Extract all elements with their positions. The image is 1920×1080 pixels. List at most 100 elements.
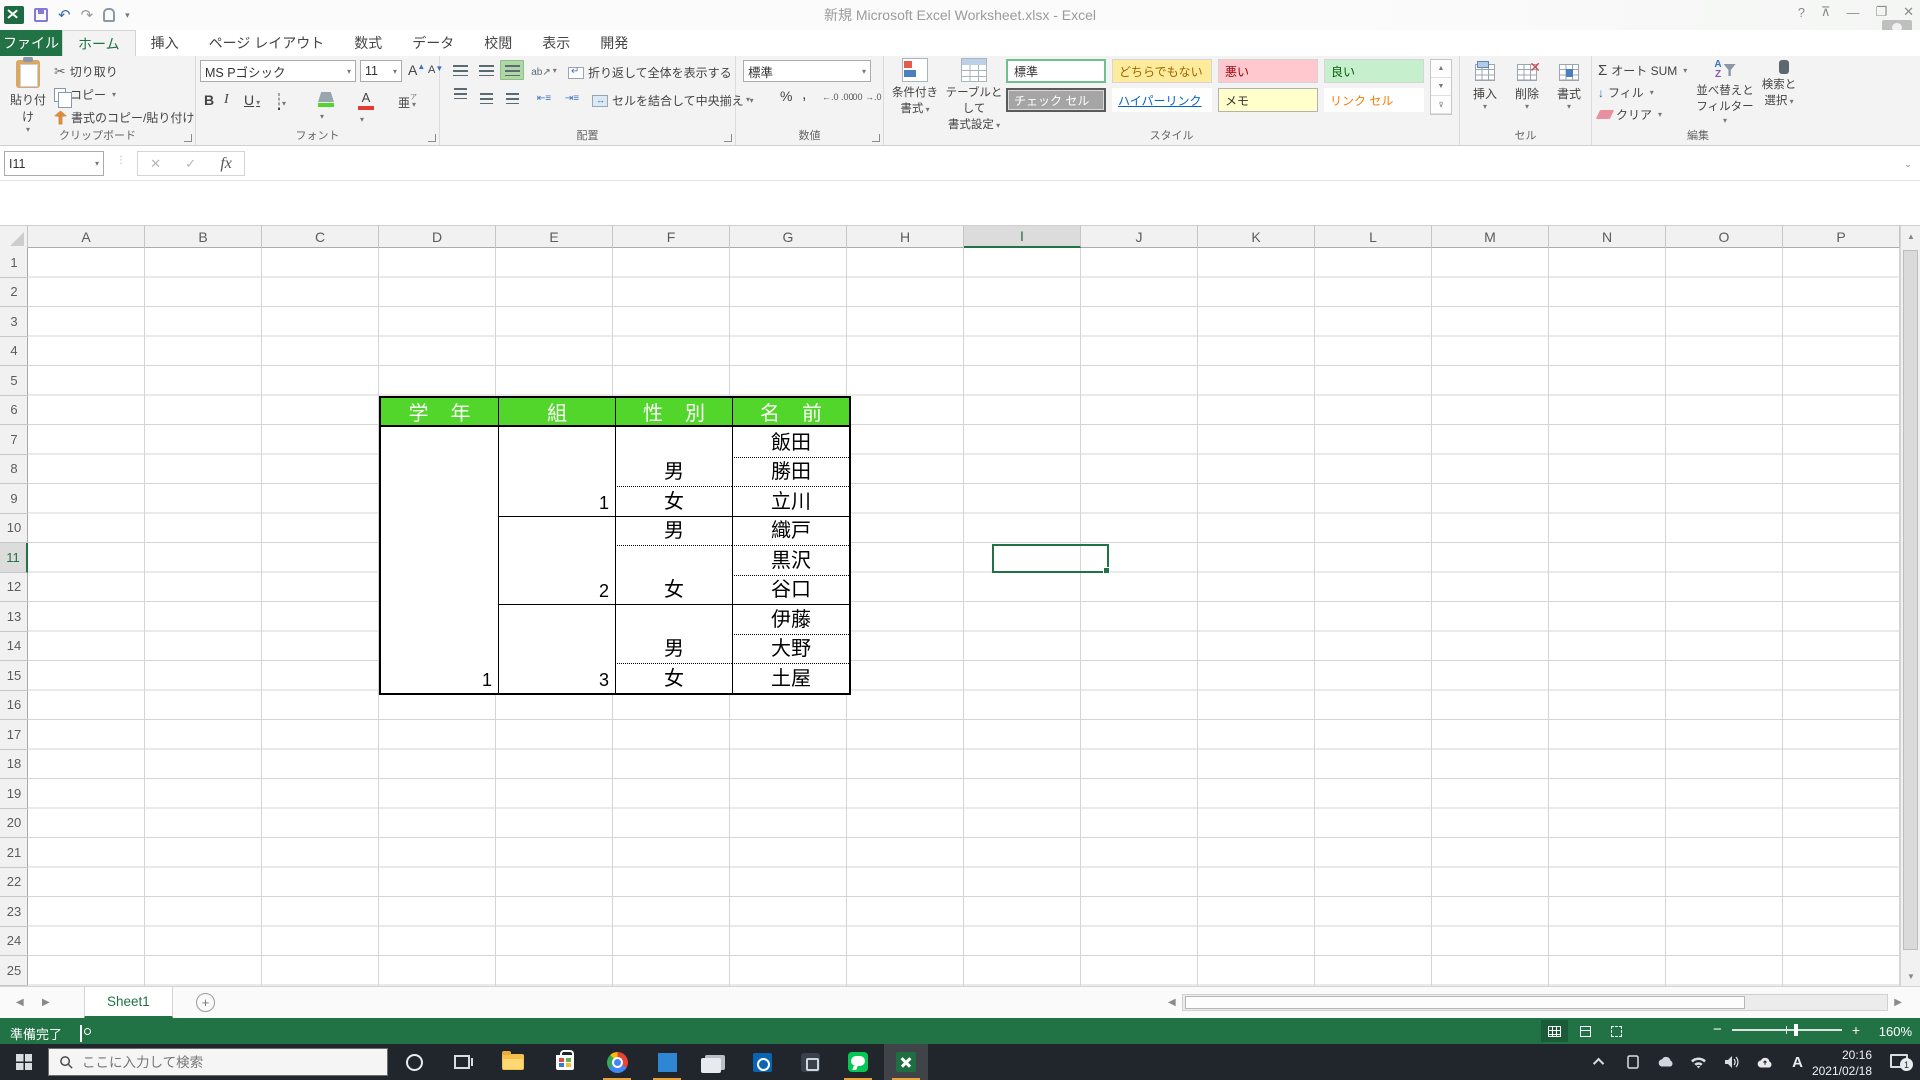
column-header[interactable]: F: [613, 226, 730, 248]
cell-name[interactable]: 飯田: [732, 427, 849, 457]
column-header[interactable]: E: [496, 226, 613, 248]
insert-function-icon[interactable]: fx: [220, 155, 232, 173]
align-left-button[interactable]: [448, 88, 472, 108]
taskbar-excel[interactable]: [884, 1044, 928, 1080]
column-header[interactable]: K: [1198, 226, 1315, 248]
grow-font-button[interactable]: A▲: [408, 62, 425, 78]
cell-name[interactable]: 土屋: [732, 663, 849, 693]
selected-cell-I11[interactable]: [992, 543, 1110, 574]
row-header[interactable]: 14: [0, 632, 28, 661]
zoom-slider-thumb[interactable]: [1793, 1024, 1798, 1036]
taskbar-vscode[interactable]: [645, 1044, 689, 1080]
taskbar-explorer[interactable]: [491, 1044, 535, 1080]
ribbon-tab[interactable]: 開発: [585, 30, 643, 56]
ribbon-tab[interactable]: データ: [397, 30, 469, 56]
formula-bar-splitter[interactable]: ⋮: [116, 155, 126, 166]
insert-cells-button[interactable]: 挿入 ▾: [1466, 61, 1504, 111]
cell-class-1[interactable]: 1: [498, 427, 615, 516]
style-memo[interactable]: メモ: [1218, 88, 1318, 112]
horizontal-scrollbar[interactable]: ◀ ▶: [1168, 991, 1902, 1014]
comma-style-button[interactable]: ,: [802, 86, 806, 104]
conditional-formatting-button[interactable]: 条件付き 書式 ▾: [888, 58, 942, 116]
phonetic-button[interactable]: 亜: [398, 94, 416, 111]
taskbar-line[interactable]: [836, 1044, 880, 1080]
page-break-view-icon[interactable]: [1603, 1020, 1630, 1042]
column-header[interactable]: B: [145, 226, 262, 248]
taskbar-screens-app[interactable]: [693, 1044, 737, 1080]
wifi-icon[interactable]: [1682, 1056, 1715, 1069]
cell-name[interactable]: 織戸: [732, 515, 849, 545]
cell-gender-m2[interactable]: 男: [615, 515, 732, 545]
row-header[interactable]: 9: [0, 484, 28, 514]
row-header[interactable]: 7: [0, 425, 28, 455]
increase-indent-button[interactable]: ⇥≡: [560, 88, 584, 108]
ribbon-tab[interactable]: 校閲: [469, 30, 527, 56]
cell-name[interactable]: 黒沢: [732, 545, 849, 575]
column-header[interactable]: H: [847, 226, 964, 248]
column-header[interactable]: L: [1315, 226, 1432, 248]
formula-bar-collapse-icon[interactable]: ⌄: [1898, 152, 1918, 176]
font-color-button[interactable]: A: [358, 90, 374, 125]
taskbar-clock[interactable]: 20:16 2021/02/18: [1812, 1048, 1872, 1079]
start-button[interactable]: [0, 1044, 48, 1080]
cell-gender-f2[interactable]: 女: [615, 545, 732, 604]
number-dialog-launcher-icon[interactable]: [872, 134, 880, 142]
row-header[interactable]: 20: [0, 809, 28, 838]
ribbon-tab[interactable]: 表示: [527, 30, 585, 56]
table-header-class[interactable]: 組: [498, 397, 615, 427]
align-top-button[interactable]: [448, 60, 472, 80]
formula-input[interactable]: [250, 151, 1895, 176]
cell-class-2[interactable]: 2: [498, 515, 615, 604]
vertical-scroll-thumb[interactable]: [1903, 250, 1918, 950]
row-header[interactable]: 3: [0, 307, 28, 337]
row-header[interactable]: 23: [0, 897, 28, 927]
zoom-slider[interactable]: [1731, 1024, 1842, 1036]
row-header[interactable]: 21: [0, 838, 28, 868]
ime-indicator[interactable]: A: [1781, 1054, 1814, 1071]
row-header[interactable]: 18: [0, 750, 28, 779]
taskbar-store[interactable]: [543, 1044, 587, 1080]
find-select-button[interactable]: 検索と 選択 ▾: [1756, 60, 1802, 108]
row-header[interactable]: 12: [0, 573, 28, 602]
touch-mode-icon[interactable]: [103, 8, 116, 22]
italic-button[interactable]: I: [224, 92, 229, 108]
normal-view-icon[interactable]: [1541, 1020, 1568, 1042]
tablet-icon[interactable]: [1616, 1054, 1649, 1070]
align-middle-button[interactable]: [474, 60, 498, 80]
align-bottom-button[interactable]: [500, 60, 524, 80]
sync-cloud-icon[interactable]: [1748, 1056, 1781, 1069]
style-normal[interactable]: 標準: [1006, 59, 1106, 83]
page-layout-view-icon[interactable]: [1572, 1020, 1599, 1042]
column-header[interactable]: P: [1783, 226, 1900, 248]
taskbar-cortana[interactable]: [392, 1044, 436, 1080]
row-header[interactable]: 4: [0, 337, 28, 366]
column-header[interactable]: G: [730, 226, 847, 248]
cell-grid[interactable]: 学年 組 性別 名前 1 1 2 3 男 女 男 女 男 女 飯田 勝田 立川 …: [28, 248, 1900, 986]
style-bad[interactable]: 悪い: [1218, 59, 1318, 83]
scroll-down-icon[interactable]: ▼: [1901, 966, 1920, 986]
cell-gender-m3[interactable]: 男: [615, 604, 732, 663]
sheet-tab-sheet1[interactable]: Sheet1: [84, 987, 173, 1018]
paste-button[interactable]: 貼り付け ▾: [8, 57, 48, 134]
column-header[interactable]: O: [1666, 226, 1783, 248]
row-header[interactable]: 22: [0, 868, 28, 897]
enter-icon[interactable]: ✓: [185, 156, 196, 172]
table-header-gender[interactable]: 性別: [615, 397, 732, 427]
gallery-more-icon[interactable]: ⊽: [1431, 96, 1451, 114]
increase-decimal-button[interactable]: ←.0 .00: [822, 92, 854, 102]
column-header[interactable]: M: [1432, 226, 1549, 248]
add-sheet-icon[interactable]: +: [196, 993, 215, 1012]
ribbon-display-icon[interactable]: ⊼: [1821, 4, 1831, 20]
gallery-up-icon[interactable]: ▲: [1431, 60, 1451, 78]
accounting-format-button[interactable]: [744, 90, 750, 105]
alignment-dialog-launcher-icon[interactable]: [724, 134, 732, 142]
sheet-nav-left-icon[interactable]: ◀: [16, 997, 24, 1008]
macro-record-icon[interactable]: [80, 1025, 82, 1042]
row-header[interactable]: 15: [0, 661, 28, 691]
percent-style-button[interactable]: %: [780, 88, 792, 104]
restore-icon[interactable]: ❐: [1875, 4, 1887, 20]
style-link-cell[interactable]: リンク セル: [1324, 88, 1424, 112]
row-header[interactable]: 10: [0, 514, 28, 543]
copy-button[interactable]: コピー: [54, 86, 116, 108]
close-icon[interactable]: ✕: [1903, 4, 1914, 20]
